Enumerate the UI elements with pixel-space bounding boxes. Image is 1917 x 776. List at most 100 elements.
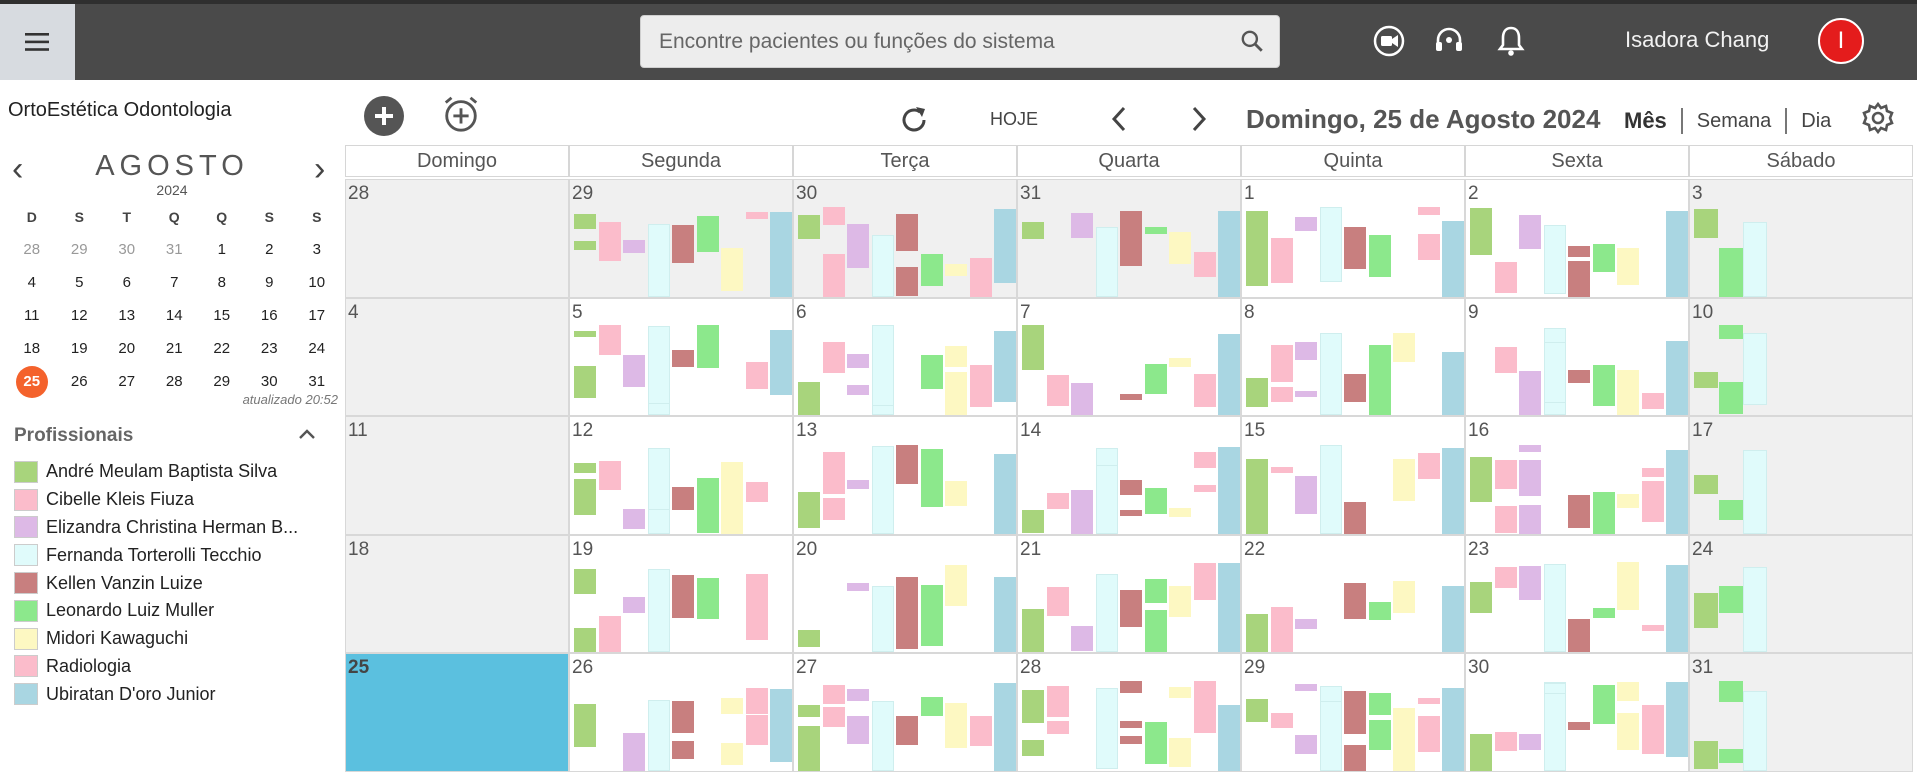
- appointment-block[interactable]: [798, 383, 820, 415]
- appointment-block[interactable]: [1617, 494, 1639, 508]
- appointment-block[interactable]: [721, 500, 743, 534]
- appointment-block[interactable]: [1144, 610, 1167, 652]
- appointment-block[interactable]: [945, 481, 967, 506]
- appointment-block[interactable]: [1120, 736, 1142, 744]
- appointment-block[interactable]: [1494, 732, 1517, 751]
- mini-day[interactable]: 26: [56, 365, 104, 398]
- appointment-block[interactable]: [1494, 460, 1517, 489]
- appointment-block[interactable]: [1319, 207, 1342, 282]
- appointment-block[interactable]: [1218, 704, 1240, 771]
- day-cell[interactable]: 10: [1689, 297, 1913, 416]
- appointment-block[interactable]: [871, 324, 894, 406]
- appointment-block[interactable]: [1095, 226, 1118, 297]
- appointment-block[interactable]: [1144, 227, 1167, 234]
- appointment-block[interactable]: [1022, 510, 1044, 533]
- appointment-block[interactable]: [920, 609, 943, 646]
- appointment-block[interactable]: [1270, 238, 1293, 283]
- appointment-block[interactable]: [1494, 566, 1517, 575]
- appointment-block[interactable]: [1641, 624, 1664, 631]
- appointment-block[interactable]: [1046, 686, 1069, 717]
- professional-item[interactable]: Fernanda Torterolli Tecchio: [14, 541, 330, 569]
- appointment-block[interactable]: [847, 480, 869, 489]
- appointment-block[interactable]: [798, 725, 820, 771]
- appointment-block[interactable]: [1592, 685, 1615, 724]
- mini-day[interactable]: 31: [151, 233, 199, 266]
- appointment-block[interactable]: [745, 573, 768, 613]
- appointment-block[interactable]: [798, 492, 820, 528]
- appointment-block[interactable]: [1270, 344, 1293, 382]
- appointment-block[interactable]: [1144, 578, 1167, 603]
- appointment-block[interactable]: [1295, 476, 1317, 514]
- appointment-block[interactable]: [1022, 222, 1044, 239]
- appointment-block[interactable]: [1368, 601, 1391, 620]
- appointment-block[interactable]: [598, 461, 621, 490]
- appointment-block[interactable]: [1494, 346, 1517, 373]
- appointment-block[interactable]: [994, 330, 1016, 402]
- appointment-block[interactable]: [920, 463, 943, 507]
- appointment-block[interactable]: [1666, 565, 1688, 652]
- appointment-block[interactable]: [1641, 481, 1664, 522]
- appointment-block[interactable]: [623, 354, 645, 387]
- appointment-block[interactable]: [574, 330, 596, 337]
- appointment-block[interactable]: [1169, 357, 1191, 367]
- appointment-block[interactable]: [1022, 740, 1044, 756]
- appointment-block[interactable]: [896, 267, 918, 296]
- day-cell[interactable]: 15: [1241, 416, 1465, 535]
- appointment-block[interactable]: [672, 701, 694, 733]
- appointment-block[interactable]: [1694, 741, 1718, 769]
- user-name[interactable]: Isadora Chang: [1625, 27, 1769, 53]
- appointment-block[interactable]: [1022, 341, 1044, 357]
- appointment-block[interactable]: [1246, 377, 1268, 407]
- appointment-block[interactable]: [1519, 460, 1541, 496]
- appointment-block[interactable]: [945, 372, 967, 415]
- appointment-block[interactable]: [1120, 510, 1142, 516]
- appointment-block[interactable]: [847, 716, 869, 744]
- appointment-block[interactable]: [1641, 714, 1664, 754]
- appointment-block[interactable]: [672, 237, 694, 252]
- appointment-block[interactable]: [1246, 699, 1268, 722]
- appointment-block[interactable]: [1442, 221, 1464, 281]
- mini-day[interactable]: 15: [198, 299, 246, 332]
- mini-day[interactable]: 29: [56, 233, 104, 266]
- appointment-block[interactable]: [994, 209, 1016, 283]
- next-button[interactable]: [1188, 104, 1210, 139]
- prev-button[interactable]: [1108, 104, 1130, 139]
- appointment-block[interactable]: [1095, 574, 1118, 652]
- appointment-block[interactable]: [1295, 618, 1317, 629]
- mini-day[interactable]: 3: [293, 233, 341, 266]
- appointment-block[interactable]: [1368, 693, 1391, 715]
- appointment-block[interactable]: [770, 689, 792, 762]
- day-cell[interactable]: 31: [1689, 653, 1913, 772]
- appointment-block[interactable]: [1592, 607, 1615, 618]
- mini-day[interactable]: 5: [56, 266, 104, 299]
- mini-day[interactable]: 16: [246, 299, 294, 332]
- appointment-block[interactable]: [920, 254, 943, 286]
- appointment-block[interactable]: [672, 574, 694, 618]
- appointment-block[interactable]: [1246, 260, 1268, 286]
- appointment-block[interactable]: [1046, 721, 1069, 734]
- appointment-block[interactable]: [696, 496, 719, 533]
- day-cell[interactable]: 28: [345, 179, 569, 298]
- mini-day[interactable]: 20: [103, 332, 151, 365]
- support-button[interactable]: [1430, 22, 1468, 60]
- appointment-block[interactable]: [1641, 468, 1664, 477]
- appointment-block[interactable]: [1193, 252, 1216, 277]
- appointment-block[interactable]: [1617, 572, 1639, 610]
- appointment-block[interactable]: [1120, 721, 1142, 728]
- appointment-block[interactable]: [871, 586, 894, 652]
- appointment-block[interactable]: [672, 349, 694, 367]
- appointment-block[interactable]: [1494, 262, 1517, 284]
- appointment-block[interactable]: [1519, 504, 1541, 534]
- appointment-block[interactable]: [1543, 341, 1566, 403]
- day-cell[interactable]: 20: [793, 534, 1017, 653]
- day-cell[interactable]: 26: [569, 653, 793, 772]
- appointment-block[interactable]: [574, 704, 596, 714]
- appointment-block[interactable]: [1393, 716, 1415, 743]
- appointment-block[interactable]: [1169, 242, 1191, 264]
- appointment-block[interactable]: [1592, 491, 1615, 534]
- day-cell[interactable]: 24: [1689, 534, 1913, 653]
- appointment-block[interactable]: [1246, 625, 1268, 652]
- appointment-block[interactable]: [871, 700, 894, 771]
- appointment-block[interactable]: [1519, 371, 1541, 415]
- appointment-block[interactable]: [994, 577, 1016, 652]
